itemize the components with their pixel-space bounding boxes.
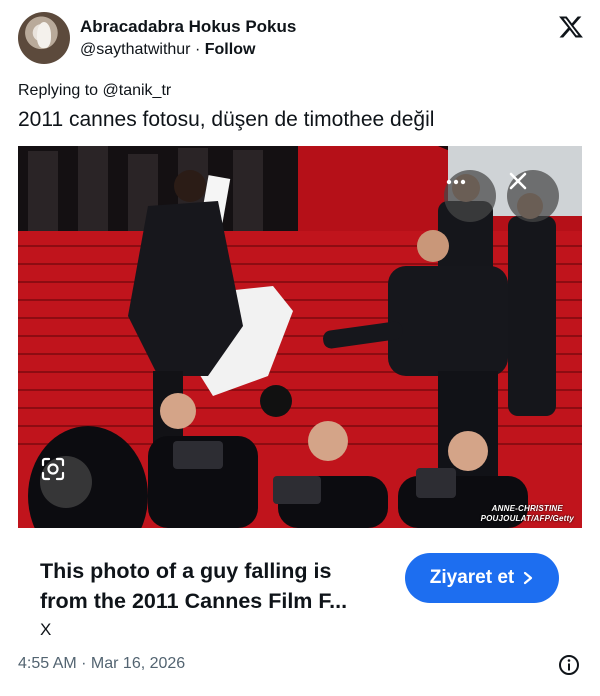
info-icon[interactable] — [558, 654, 580, 676]
chevron-right-icon — [524, 571, 533, 585]
visual-search-button[interactable] — [40, 456, 92, 508]
replying-to-prefix: Replying to — [18, 82, 103, 99]
tweet-header: Abracadabra Hokus Pokus @saythatwithur ·… — [18, 12, 584, 68]
visit-button-label: Ziyaret et — [429, 567, 515, 588]
photo-credit-line1: ANNE-CHRISTINE — [491, 504, 563, 513]
tweet-timestamp[interactable]: 4:55 AM · Mar 16, 2026 — [18, 655, 185, 673]
close-media-button[interactable] — [507, 170, 559, 222]
photo-illustration — [18, 146, 582, 528]
author-handle-line: @saythatwithur · Follow — [80, 41, 255, 59]
ad-card-title-line2: from the 2011 Cannes Film F... — [40, 589, 348, 613]
more-options-button[interactable] — [444, 170, 496, 222]
author-display-name[interactable]: Abracadabra Hokus Pokus — [80, 17, 296, 37]
replying-to-handle[interactable]: @tanik_tr — [103, 82, 172, 99]
tweet-text: 2011 cannes fotosu, düşen de timothee de… — [18, 108, 435, 131]
ad-card-title-line1: This photo of a guy falling is — [40, 559, 332, 583]
x-logo-icon[interactable] — [558, 14, 584, 40]
avatar[interactable] — [18, 12, 70, 64]
tweet-photo[interactable]: ANNE-CHRISTINE POUJOULAT/AFP/Getty — [18, 146, 582, 528]
ad-card-source: X — [40, 620, 52, 639]
visit-button[interactable]: Ziyaret et — [405, 553, 559, 603]
close-icon — [509, 172, 527, 190]
photo-credit-line2: POUJOULAT/AFP/Getty — [480, 514, 574, 523]
follow-button[interactable]: Follow — [205, 41, 256, 58]
replying-to: Replying to @tanik_tr — [18, 82, 171, 100]
more-horizontal-icon — [446, 179, 466, 185]
author-handle[interactable]: @saythatwithur — [80, 41, 191, 58]
ad-card-title[interactable]: This photo of a guy falling is from the … — [40, 556, 392, 616]
visual-search-icon — [41, 457, 65, 481]
photo-credit: ANNE-CHRISTINE POUJOULAT/AFP/Getty — [481, 504, 574, 524]
separator-dot: · — [194, 41, 201, 58]
